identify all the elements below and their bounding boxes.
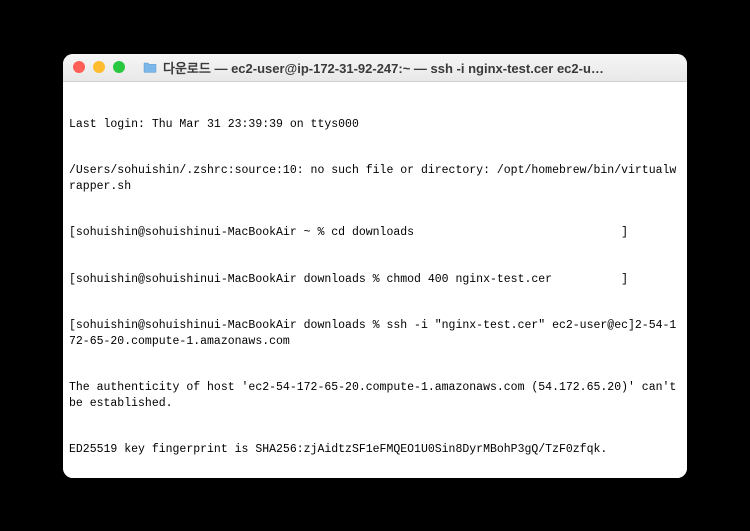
terminal-line: [sohuishin@sohuishinui-MacBookAir ~ % cd… — [69, 225, 681, 241]
traffic-lights — [73, 61, 125, 73]
terminal-line: The authenticity of host 'ec2-54-172-65-… — [69, 380, 681, 411]
terminal-line: /Users/sohuishin/.zshrc:source:10: no su… — [69, 163, 681, 194]
terminal-line: [sohuishin@sohuishinui-MacBookAir downlo… — [69, 272, 681, 288]
terminal-line: Last login: Thu Mar 31 23:39:39 on ttys0… — [69, 117, 681, 133]
terminal-body[interactable]: Last login: Thu Mar 31 23:39:39 on ttys0… — [63, 82, 687, 478]
terminal-line: ED25519 key fingerprint is SHA256:zjAidt… — [69, 442, 681, 458]
maximize-button[interactable] — [113, 61, 125, 73]
window-title: 다운로드 — ec2-user@ip-172-31-92-247:~ — ssh… — [163, 58, 607, 77]
terminal-window: 다운로드 — ec2-user@ip-172-31-92-247:~ — ssh… — [63, 54, 687, 478]
close-button[interactable] — [73, 61, 85, 73]
titlebar: 다운로드 — ec2-user@ip-172-31-92-247:~ — ssh… — [63, 54, 687, 82]
title-wrap: 다운로드 — ec2-user@ip-172-31-92-247:~ — ssh… — [73, 58, 677, 77]
minimize-button[interactable] — [93, 61, 105, 73]
terminal-line: [sohuishin@sohuishinui-MacBookAir downlo… — [69, 318, 681, 349]
folder-icon — [143, 62, 157, 73]
